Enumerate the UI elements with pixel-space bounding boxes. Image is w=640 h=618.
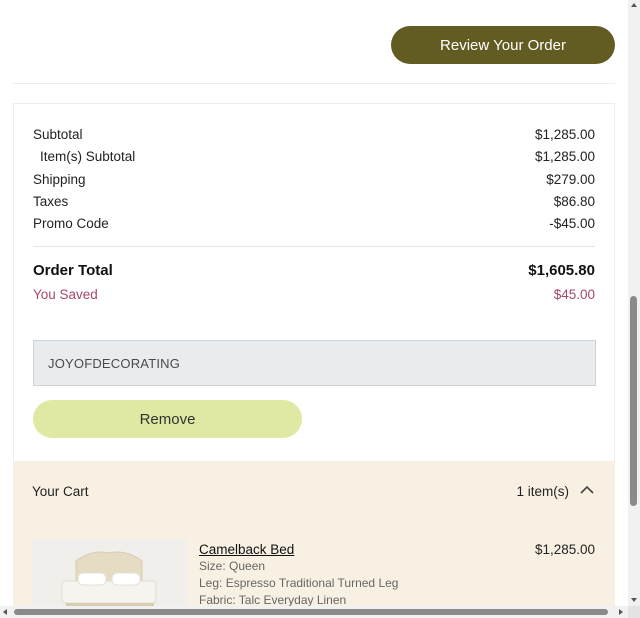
vertical-scrollbar[interactable] (628, 0, 640, 606)
scroll-right-arrow-icon[interactable] (619, 609, 623, 615)
scroll-down-arrow-icon[interactable] (631, 598, 637, 602)
checkout-viewport: Review Your Order Subtotal $1,285.00 Ite… (0, 0, 628, 606)
promo-code-label: Promo Code (33, 216, 109, 231)
bed-product-image[interactable] (32, 539, 187, 606)
items-subtotal-value: $1,285.00 (534, 149, 595, 164)
items-subtotal-label: Item(s) Subtotal (40, 149, 136, 164)
product-leg: Leg: Espresso Traditional Turned Leg (199, 576, 399, 590)
order-summary: Subtotal $1,285.00 Item(s) Subtotal $1,2… (13, 103, 615, 461)
taxes-value: $86.80 (553, 194, 595, 209)
horizontal-scrollbar[interactable] (0, 606, 628, 618)
bed-icon (32, 539, 187, 606)
review-order-button[interactable]: Review Your Order (391, 26, 615, 64)
chevron-up-icon[interactable] (579, 482, 595, 498)
your-cart-section: Your Cart 1 item(s) Camelback Bed $1,285… (13, 461, 615, 606)
order-total-label: Order Total (33, 262, 113, 279)
order-total-value: $1,605.80 (528, 262, 595, 279)
items-subtotal-row: Item(s) Subtotal $1,285.00 (33, 149, 595, 164)
divider (13, 83, 615, 84)
promo-code-field[interactable]: JOYOFDECORATING (33, 340, 596, 386)
subtotal-row: Subtotal $1,285.00 (33, 127, 595, 142)
scrollbar-corner (628, 606, 640, 618)
order-total-row: Order Total $1,605.80 (33, 262, 595, 279)
taxes-label: Taxes (33, 194, 69, 209)
vertical-scroll-thumb[interactable] (630, 296, 637, 506)
subtotal-value: $1,285.00 (534, 127, 595, 142)
product-price: $1,285.00 (534, 542, 595, 557)
product-name-link[interactable]: Camelback Bed (199, 542, 294, 557)
shipping-label: Shipping (33, 172, 86, 187)
you-saved-row: You Saved $45.00 (33, 287, 595, 302)
horizontal-scroll-thumb[interactable] (14, 609, 608, 615)
subtotal-label: Subtotal (33, 127, 83, 142)
scroll-left-arrow-icon[interactable] (3, 609, 7, 615)
shipping-value: $279.00 (546, 172, 595, 187)
product-fabric: Fabric: Talc Everyday Linen (199, 593, 347, 606)
remove-promo-button[interactable]: Remove (33, 400, 302, 438)
cart-count: 1 item(s) (516, 484, 569, 499)
taxes-row: Taxes $86.80 (33, 194, 595, 209)
cart-title: Your Cart (32, 484, 89, 499)
promo-code-row: Promo Code -$45.00 (33, 216, 595, 231)
shipping-row: Shipping $279.00 (33, 172, 595, 187)
product-size: Size: Queen (199, 559, 266, 573)
summary-divider (33, 246, 595, 247)
you-saved-value: $45.00 (553, 287, 595, 302)
you-saved-label: You Saved (33, 287, 98, 302)
scroll-up-arrow-icon[interactable] (631, 3, 637, 7)
promo-code-value: -$45.00 (549, 216, 595, 231)
